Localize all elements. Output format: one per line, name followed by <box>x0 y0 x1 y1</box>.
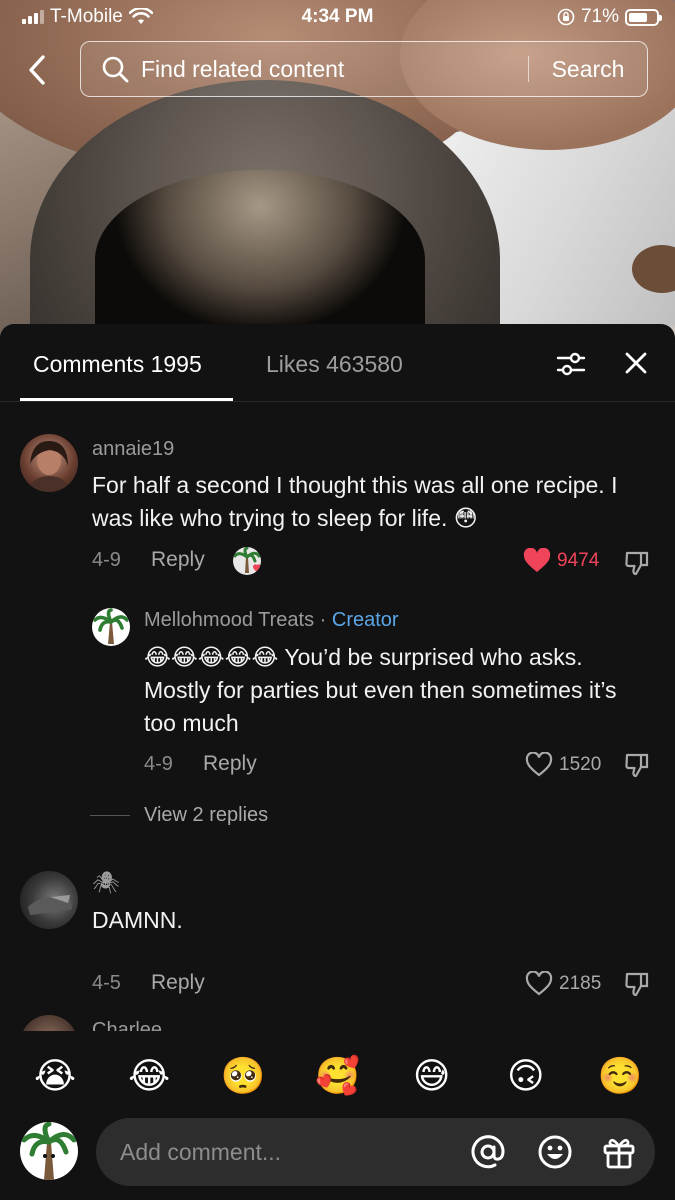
comment-input-box[interactable] <box>96 1118 655 1186</box>
like-count: 9474 <box>557 549 600 571</box>
tab-comments[interactable]: Comments 1995 <box>33 351 202 378</box>
tab-likes[interactable]: Likes 463580 <box>266 351 403 378</box>
like-button[interactable]: 2185 <box>525 971 601 996</box>
avatar[interactable] <box>92 608 130 646</box>
emoji-loudly-crying[interactable]: 😭 <box>30 1058 80 1094</box>
creator-liked-avatar <box>233 547 261 575</box>
avatar[interactable] <box>20 1015 78 1031</box>
mention-icon[interactable] <box>470 1134 506 1170</box>
creator-badge: Creator <box>331 609 399 631</box>
comment-composer <box>0 1118 675 1186</box>
emoji-pleading[interactable]: 🥺 <box>218 1058 268 1094</box>
comments-panel: Comments 1995 Likes 463580 annaie19 For … <box>0 324 675 1200</box>
search-query[interactable]: Find related content <box>141 56 528 83</box>
palm-tree-icon <box>93 608 129 644</box>
emoji-upside-down[interactable]: 🙃 <box>501 1058 551 1094</box>
like-button[interactable]: 1520 <box>525 752 601 777</box>
battery-icon <box>625 8 662 26</box>
like-button[interactable]: 9474 <box>523 548 599 573</box>
reply-button[interactable]: Reply <box>203 752 257 776</box>
heart-outline-icon <box>525 752 553 777</box>
avatar-portrait <box>28 440 70 492</box>
reply-button[interactable]: Reply <box>151 971 205 995</box>
emoji-smiling[interactable]: ☺️ <box>595 1058 645 1094</box>
view-replies-button[interactable]: View 2 replies <box>90 804 268 827</box>
comment-text: DAMNN. <box>92 907 183 933</box>
dislike-icon[interactable] <box>624 550 650 576</box>
comment-username[interactable]: annaie19 <box>92 438 174 461</box>
avatar[interactable] <box>20 871 78 929</box>
chevron-left-icon <box>29 55 45 85</box>
dislike-icon[interactable] <box>624 971 650 997</box>
gift-icon[interactable] <box>601 1134 637 1170</box>
my-avatar[interactable] <box>20 1122 78 1180</box>
active-tab-indicator <box>20 398 233 401</box>
emoji-quick-bar: 😭 😂 🥺 🥰 😅 🙃 ☺️ <box>0 1048 675 1104</box>
dislike-icon[interactable] <box>624 752 650 778</box>
search-icon <box>102 56 129 83</box>
emoji-tears-of-joy[interactable]: 😂 <box>124 1058 174 1094</box>
like-count: 2185 <box>559 972 602 994</box>
reply-username-row: Mellohmood Treats · Creator <box>144 609 399 632</box>
close-icon[interactable] <box>622 349 650 377</box>
reply-button[interactable]: Reply <box>151 548 205 572</box>
orientation-lock-icon <box>557 8 575 26</box>
palm-tree-icon <box>21 1122 77 1180</box>
emoji-smiling-hearts[interactable]: 🥰 <box>312 1058 362 1094</box>
status-right: 71% <box>557 6 662 28</box>
comment-date: 4-5 <box>92 972 121 994</box>
reply-username[interactable]: Mellohmood Treats <box>144 609 314 631</box>
reply-date: 4-9 <box>144 753 173 775</box>
heart-filled-icon <box>523 548 551 572</box>
comment-text: For half a second I thought this was all… <box>92 472 618 531</box>
back-button[interactable] <box>20 50 54 90</box>
comment-username[interactable]: 🕷 <box>92 870 120 896</box>
comments-list[interactable]: annaie19 For half a second I thought thi… <box>0 404 675 1031</box>
battery-fill <box>629 12 648 22</box>
palm-tree-icon <box>233 547 261 573</box>
search-bar[interactable]: Find related content Search <box>80 41 648 97</box>
like-count: 1520 <box>559 753 602 775</box>
video-jar-inner <box>95 170 425 340</box>
avatar-photo <box>28 895 72 915</box>
emoji-picker-icon[interactable] <box>537 1134 573 1170</box>
comment-username[interactable]: Charlee <box>92 1019 162 1031</box>
avatar[interactable] <box>20 434 78 492</box>
heart-outline-icon <box>525 971 553 996</box>
search-button[interactable]: Search <box>529 56 647 83</box>
separator-dot: · <box>319 609 327 631</box>
panel-tabs: Comments 1995 Likes 463580 <box>0 324 675 402</box>
comment-input[interactable] <box>120 1118 450 1186</box>
reply-text: 😂😂😂😂😂 You’d be surprised who asks. Mostl… <box>144 644 617 736</box>
battery-percent: 71% <box>580 6 619 27</box>
comment-date: 4-9 <box>92 549 121 571</box>
emoji-grinning-sweat[interactable]: 😅 <box>407 1058 457 1094</box>
status-bar: T-Mobile 4:34 PM 71% <box>0 0 675 36</box>
view-replies-line <box>90 815 130 816</box>
filter-icon[interactable] <box>556 350 586 378</box>
view-replies-label: View 2 replies <box>144 804 269 826</box>
